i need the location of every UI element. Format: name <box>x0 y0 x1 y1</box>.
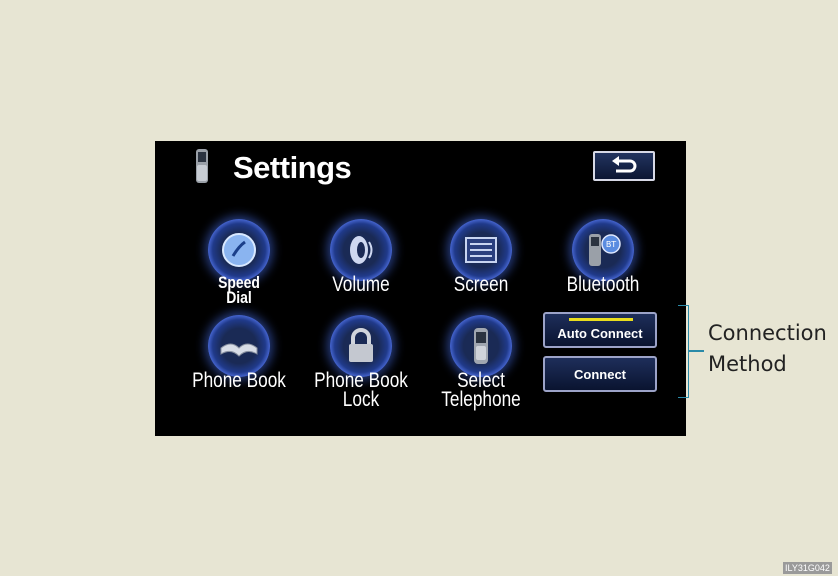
tile-label-line2: Lock <box>342 388 380 411</box>
padlock-icon <box>349 328 373 362</box>
tile-label: Bluetooth <box>566 273 640 296</box>
speed-dial-button[interactable]: Speed Dial <box>179 219 299 307</box>
phone-settings-screen: Settings Speed Dial Volume Screen BT Blu… <box>155 141 686 436</box>
return-arrow-icon <box>612 156 637 173</box>
svg-text:BT: BT <box>606 240 616 249</box>
select-telephone-button[interactable]: Select Telephone <box>421 315 541 411</box>
bluetooth-phone-icon: BT <box>589 234 621 266</box>
book-icon <box>220 343 258 357</box>
phone-icon <box>196 149 208 183</box>
tile-label: Phone Book <box>192 369 286 392</box>
figure-code: ILY31G042 <box>783 562 832 574</box>
phone-book-lock-button[interactable]: Phone Book Lock <box>301 315 421 411</box>
callout-line2: Method <box>708 352 787 376</box>
callout-bracket <box>678 305 689 398</box>
tile-label: Volume <box>332 273 390 296</box>
bluetooth-button[interactable]: BT Bluetooth <box>543 219 663 296</box>
volume-button[interactable]: Volume <box>301 219 421 296</box>
callout-line1: Connection <box>708 321 827 345</box>
phone-book-button[interactable]: Phone Book <box>179 315 299 392</box>
tile-label-line2: Telephone <box>441 388 521 411</box>
mobile-phone-icon <box>474 328 488 364</box>
active-indicator <box>569 318 633 321</box>
auto-connect-label: Auto Connect <box>557 325 643 341</box>
page-title: Settings <box>233 150 352 185</box>
callout-leader-line <box>688 350 704 352</box>
connect-label: Connect <box>574 366 626 382</box>
speed-dial-icon <box>222 233 256 267</box>
connect-button[interactable]: Connect <box>543 356 657 392</box>
screen-settings-icon <box>465 237 497 263</box>
tile-label: Screen <box>453 273 509 296</box>
connection-method-callout: Connection Method <box>708 318 827 380</box>
tile-label-line2: Dial <box>226 288 252 307</box>
back-button[interactable] <box>593 151 655 181</box>
speaker-icon <box>350 236 373 264</box>
screen-button[interactable]: Screen <box>421 219 541 296</box>
auto-connect-button[interactable]: Auto Connect <box>543 312 657 348</box>
